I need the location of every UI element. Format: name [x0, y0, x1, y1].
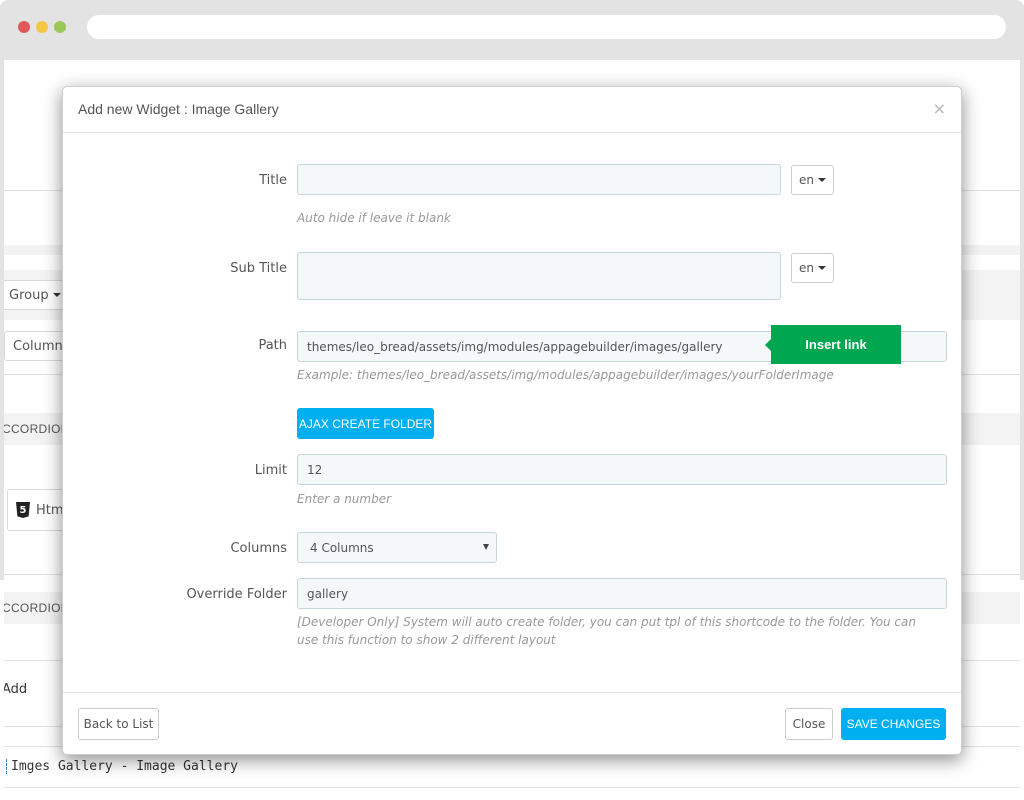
window-minimize-dot[interactable]	[36, 21, 48, 33]
sub-title-language-dropdown[interactable]: en	[791, 253, 834, 283]
title-help-text: Auto hide if leave it blank	[297, 211, 451, 225]
columns-select[interactable]: 4 Columns	[297, 532, 497, 563]
path-help-text: Example: themes/leo_bread/assets/img/mod…	[297, 368, 834, 382]
sub-title-textarea[interactable]	[297, 252, 781, 300]
limit-label: Limit	[254, 463, 287, 478]
limit-help-text: Enter a number	[297, 492, 392, 506]
select-arrow-icon	[483, 544, 489, 550]
save-changes-button[interactable]: SAVE CHANGES	[841, 708, 946, 740]
columns-selected-value: 4 Columns	[310, 540, 374, 555]
caret-down-icon	[52, 293, 61, 297]
window-close-dot[interactable]	[18, 21, 30, 33]
group-button-label: Group	[9, 287, 49, 303]
ajax-create-folder-button[interactable]: AJAX CREATE FOLDER	[297, 408, 434, 439]
override-folder-input[interactable]: gallery	[297, 578, 947, 609]
window-maximize-dot[interactable]	[54, 21, 66, 33]
modal-header: Add new Widget : Image Gallery ×	[63, 87, 961, 133]
html-widget-label: Htm	[36, 502, 64, 518]
column-button-label: Column	[13, 338, 63, 354]
gallery-widget-item[interactable]: Imges Gallery - Image Gallery	[6, 759, 238, 774]
add-label[interactable]: Add	[4, 682, 27, 697]
sub-title-label: Sub Title	[230, 261, 287, 276]
html5-icon: 5	[16, 502, 30, 518]
columns-label: Columns	[230, 541, 287, 556]
insert-link-callout: Insert link	[765, 325, 901, 364]
title-label: Title	[259, 173, 287, 188]
browser-toolbar	[0, 0, 1024, 60]
limit-input[interactable]: 12	[297, 454, 947, 485]
caret-down-icon	[818, 178, 826, 182]
language-label: en	[799, 261, 814, 275]
modal-footer: Back to List Close SAVE CHANGES	[63, 692, 961, 754]
override-folder-label: Override Folder	[186, 587, 287, 602]
url-bar[interactable]	[87, 15, 1006, 39]
close-icon[interactable]: ×	[933, 99, 946, 118]
close-button[interactable]: Close	[785, 708, 833, 740]
path-label: Path	[258, 338, 287, 353]
accordion-section-heading: CCORDION	[4, 422, 70, 436]
modal-title: Add new Widget : Image Gallery	[78, 101, 279, 117]
language-label: en	[799, 173, 814, 187]
group-dropdown-button[interactable]: Group	[4, 280, 70, 310]
add-widget-modal: Add new Widget : Image Gallery × Title e…	[62, 86, 962, 755]
title-input[interactable]	[297, 164, 781, 195]
caret-down-icon	[818, 266, 826, 270]
browser-frame-right	[1020, 60, 1024, 580]
divider	[4, 787, 1020, 788]
override-folder-help-text: [Developer Only] System will auto create…	[297, 615, 916, 647]
back-to-list-button[interactable]: Back to List	[78, 708, 159, 740]
title-language-dropdown[interactable]: en	[791, 165, 834, 195]
